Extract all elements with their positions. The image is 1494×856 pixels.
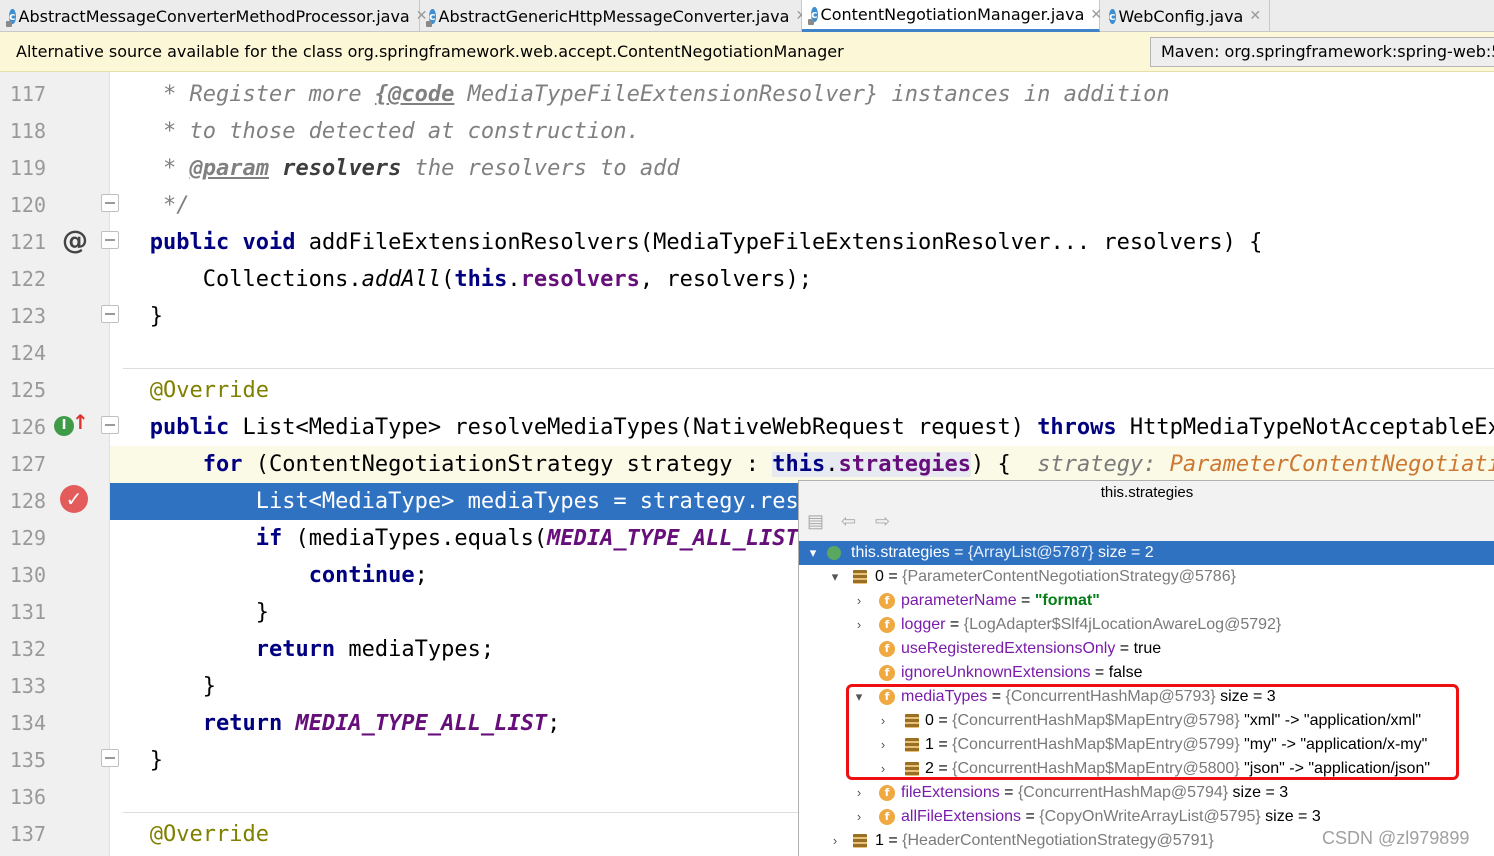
tree-row-use-registered-extensions-only[interactable]: f useRegisteredExtensionsOnly = true <box>799 637 1494 661</box>
editor-tab-bar: c AbstractMessageConverterMethodProcesso… <box>0 0 1494 32</box>
field-icon: f <box>879 809 895 825</box>
method-separator <box>123 368 1494 369</box>
expand-arrow-icon[interactable]: › <box>875 733 891 757</box>
line-number: 135 <box>9 748 46 772</box>
code-line-126: public List<MediaType> resolveMediaTypes… <box>149 415 1494 440</box>
copy-tree-icon[interactable]: ▤ <box>807 511 824 532</box>
class-icon: c <box>6 8 16 27</box>
map-entry-icon <box>905 738 919 752</box>
code-line-120: */ <box>162 193 190 218</box>
maven-source-select[interactable]: Maven: org.springframework:spring-web:5.… <box>1150 37 1494 67</box>
code-line-118: * to those detected at construction. <box>162 119 640 144</box>
tree-row-ignore-unknown-extensions[interactable]: f ignoreUnknownExtensions = false <box>799 661 1494 685</box>
code-line-127: for (ContentNegotiationStrategy strategy… <box>110 446 1494 483</box>
override-marker-icon[interactable]: @ <box>62 226 88 256</box>
line-number: 130 <box>9 563 46 587</box>
line-number: 123 <box>9 304 46 328</box>
expand-arrow-icon[interactable]: › <box>851 781 867 805</box>
tree-row-element-0[interactable]: ▾ 0 = {ParameterContentNegotiationStrate… <box>799 565 1494 589</box>
line-number: 120 <box>9 193 46 217</box>
list-element-icon <box>853 834 867 848</box>
tab-content-negotiation-manager[interactable]: c ContentNegotiationManager.java ✕ <box>802 0 1102 32</box>
expand-arrow-icon[interactable]: › <box>875 757 891 781</box>
tab-abstract-generic-http-message-converter[interactable]: c AbstractGenericHttpMessageConverter.ja… <box>420 0 807 32</box>
breakpoint-icon[interactable]: ✓ <box>60 485 88 513</box>
variable-icon <box>827 546 841 560</box>
back-arrow-icon[interactable]: ⇦ <box>841 511 856 532</box>
code-line-125: @Override <box>149 378 269 403</box>
line-number: 121 <box>9 230 46 254</box>
field-icon: f <box>879 617 895 633</box>
notice-message: Alternative source available for the cla… <box>16 42 844 61</box>
field-icon: f <box>879 665 895 681</box>
line-number-gutter[interactable]: 117 118 119 120 121 122 123 124 125 126 … <box>0 72 144 856</box>
line-number: 128 <box>9 489 46 513</box>
tree-row-media-type-entry-1[interactable]: › 1 = {ConcurrentHashMap$MapEntry@5799} … <box>799 733 1494 757</box>
tab-label: AbstractGenericHttpMessageConverter.java <box>438 6 790 26</box>
tab-web-config[interactable]: c WebConfig.java ✕ <box>1100 0 1270 32</box>
collapse-arrow-icon[interactable]: ▾ <box>827 565 843 589</box>
field-icon: f <box>879 593 895 609</box>
tree-row-file-extensions[interactable]: › f fileExtensions = {ConcurrentHashMap@… <box>799 781 1494 805</box>
tree-row-root[interactable]: ▾ this.strategies = {ArrayList@5787} siz… <box>799 541 1494 565</box>
tree-row-media-types[interactable]: ▾ f mediaTypes = {ConcurrentHashMap@5793… <box>799 685 1494 709</box>
line-number: 117 <box>9 82 46 106</box>
tab-label: ContentNegotiationManager.java <box>820 5 1085 24</box>
popup-toolbar: ▤ ⇦ ⇨ <box>799 505 1494 543</box>
code-line-122: Collections.addAll(this.resolvers, resol… <box>202 267 813 292</box>
code-line-119: * @param resolvers the resolvers to add <box>162 156 680 181</box>
class-icon: c <box>808 7 818 25</box>
tab-abstract-message-converter-method-processor[interactable]: c AbstractMessageConverterMethodProcesso… <box>0 0 427 32</box>
class-icon: c <box>426 8 436 27</box>
watermark: CSDN @zl979899 <box>1322 828 1470 848</box>
class-icon: c <box>1109 8 1116 24</box>
line-number: 133 <box>9 674 46 698</box>
line-number: 119 <box>9 156 46 180</box>
implements-icon[interactable]: I <box>54 416 74 436</box>
expand-arrow-icon[interactable]: › <box>851 805 867 829</box>
code-line-123: } <box>149 304 163 329</box>
line-number: 132 <box>9 637 46 661</box>
expand-arrow-icon[interactable]: › <box>851 589 867 613</box>
debugger-inspect-popup[interactable]: this.strategies ▤ ⇦ ⇨ ▾ this.strategies … <box>798 480 1494 856</box>
close-icon[interactable]: ✕ <box>1249 8 1261 24</box>
line-number: 126 <box>9 415 46 439</box>
tree-row-media-type-entry-0[interactable]: › 0 = {ConcurrentHashMap$MapEntry@5798} … <box>799 709 1494 733</box>
forward-arrow-icon[interactable]: ⇨ <box>875 511 890 532</box>
line-number: 127 <box>9 452 46 476</box>
tree-row-media-type-entry-2[interactable]: › 2 = {ConcurrentHashMap$MapEntry@5800} … <box>799 757 1494 781</box>
field-icon: f <box>879 785 895 801</box>
field-icon: f <box>879 689 895 705</box>
tree-row-logger[interactable]: › f logger = {LogAdapter$Slf4jLocationAw… <box>799 613 1494 637</box>
map-entry-icon <box>905 714 919 728</box>
line-number: 136 <box>9 785 46 809</box>
expand-arrow-icon[interactable]: › <box>827 829 843 853</box>
line-number: 122 <box>9 267 46 291</box>
popup-title: this.strategies <box>799 481 1494 505</box>
line-number: 134 <box>9 711 46 735</box>
tab-label: AbstractMessageConverterMethodProcessor.… <box>18 6 410 26</box>
tab-label: WebConfig.java <box>1118 6 1244 26</box>
line-number: 131 <box>9 600 46 624</box>
line-number: 118 <box>9 119 46 143</box>
collapse-arrow-icon[interactable]: ▾ <box>851 685 867 709</box>
code-line-117: * Register more {@code MediaTypeFileExte… <box>162 82 1170 107</box>
expand-arrow-icon[interactable]: › <box>875 709 891 733</box>
collapse-arrow-icon[interactable]: ▾ <box>805 541 821 565</box>
line-number: 125 <box>9 378 46 402</box>
list-element-icon <box>853 570 867 584</box>
line-number: 124 <box>9 341 46 365</box>
alternative-source-notice: Alternative source available for the cla… <box>0 32 1494 72</box>
code-line-121: public void addFileExtensionResolvers(Me… <box>149 230 1263 255</box>
field-icon: f <box>879 641 895 657</box>
up-arrow-icon[interactable]: ↑ <box>72 410 89 434</box>
tree-row-parameter-name[interactable]: › f parameterName = "format" <box>799 589 1494 613</box>
map-entry-icon <box>905 762 919 776</box>
line-number: 129 <box>9 526 46 550</box>
expand-arrow-icon[interactable]: › <box>851 613 867 637</box>
line-number: 137 <box>9 822 46 846</box>
tree-row-all-file-extensions[interactable]: › f allFileExtensions = {CopyOnWriteArra… <box>799 805 1494 829</box>
